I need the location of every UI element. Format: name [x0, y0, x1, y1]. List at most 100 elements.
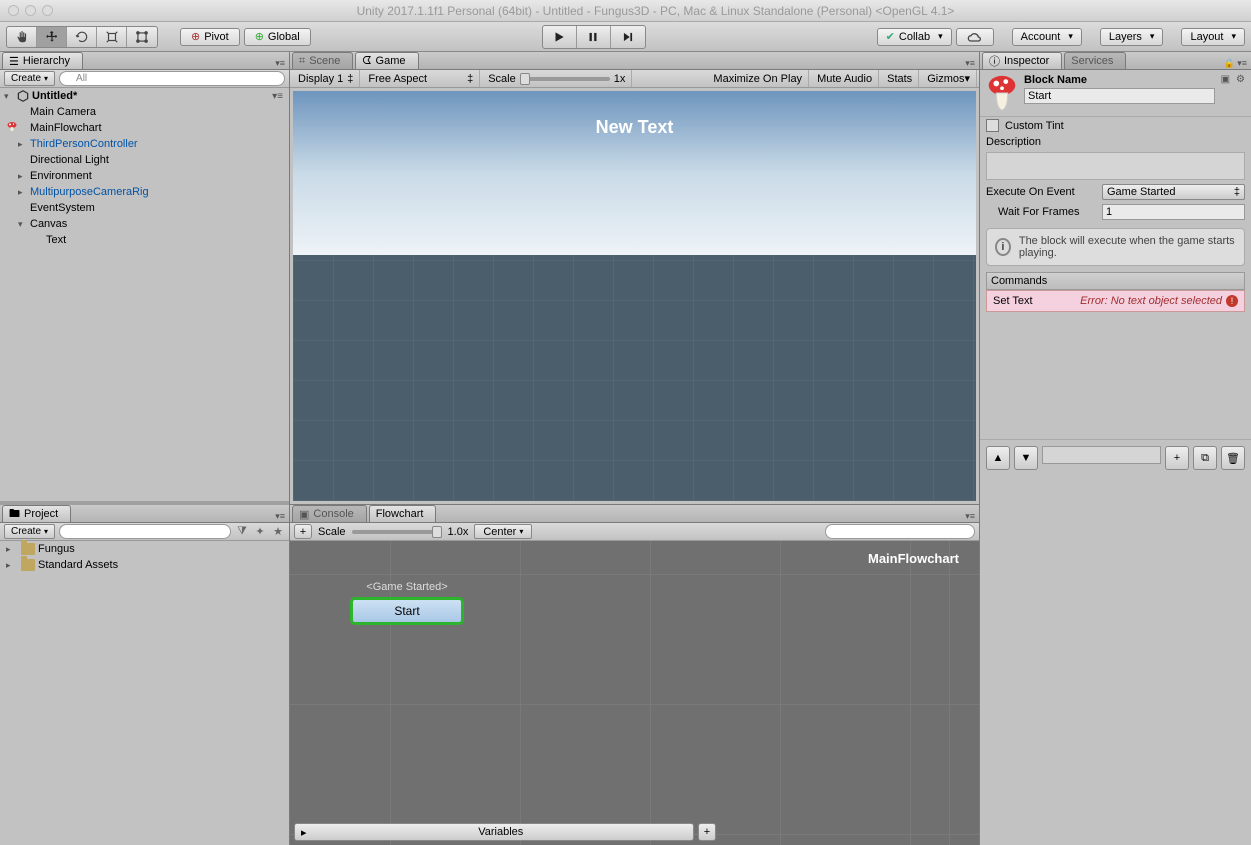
mute-toggle[interactable]: Mute Audio: [811, 70, 879, 87]
project-tab[interactable]: 🖿Project: [2, 505, 71, 522]
description-field[interactable]: [986, 152, 1245, 180]
services-tab[interactable]: Services: [1064, 52, 1126, 69]
command-name: Set Text: [993, 295, 1033, 307]
hierarchy-tab[interactable]: ☰Hierarchy: [2, 52, 83, 69]
description-label: Description: [986, 136, 1041, 148]
hierarchy-item[interactable]: Text: [0, 232, 289, 248]
save-search-icon[interactable]: ★: [271, 525, 285, 538]
rect-tool[interactable]: [127, 27, 157, 47]
variables-button[interactable]: ▸Variables: [294, 823, 694, 841]
layers-dropdown[interactable]: Layers: [1100, 28, 1164, 46]
project-tree[interactable]: ▸Fungus ▸Standard Assets: [0, 541, 289, 845]
command-row[interactable]: Set Text Error: No text object selected!: [986, 290, 1245, 312]
game-tab[interactable]: ᗧGame: [355, 52, 418, 69]
info-icon: i: [995, 238, 1011, 256]
folder-icon: [21, 559, 35, 571]
gear-icon[interactable]: ⚙: [1236, 74, 1245, 85]
inspector-tab[interactable]: ⓘInspector: [982, 52, 1062, 69]
add-variable-button[interactable]: +: [698, 823, 716, 841]
gizmos-dropdown[interactable]: Gizmos ▾: [921, 70, 977, 87]
command-filter-field[interactable]: [1042, 446, 1161, 464]
hierarchy-item[interactable]: EventSystem: [0, 200, 289, 216]
transform-tools: [6, 26, 158, 48]
hierarchy-search[interactable]: [59, 71, 285, 86]
flow-scale-slider[interactable]: [352, 530, 442, 534]
aspect-dropdown[interactable]: Free Aspect ‡: [362, 70, 480, 87]
bottom-tabstrip: ▣Console Flowchart ▾≡: [290, 505, 979, 523]
hand-tool[interactable]: [7, 27, 37, 47]
game-sky: New Text: [293, 91, 976, 255]
game-view: New Text: [293, 91, 976, 501]
info-icon: ⓘ: [989, 53, 1000, 69]
duplicate-command-button[interactable]: ⧉: [1193, 446, 1217, 470]
zoom-icon[interactable]: [42, 5, 53, 16]
scene-tab[interactable]: ⌗Scene: [292, 52, 353, 69]
cloud-button[interactable]: [956, 28, 994, 46]
collab-dropdown[interactable]: ✔Collab: [877, 28, 952, 46]
pivot-toggle[interactable]: ⊕Pivot: [180, 28, 240, 46]
project-create-dropdown[interactable]: Create: [4, 524, 55, 539]
center-button[interactable]: Center: [474, 524, 532, 539]
flowchart-canvas[interactable]: MainFlowchart <Game Started> Start ▸Vari…: [290, 541, 979, 845]
delete-command-button[interactable]: 🗑: [1221, 446, 1245, 470]
label-icon[interactable]: ✦: [253, 525, 267, 538]
panel-menu-icon[interactable]: ▾≡: [965, 58, 975, 69]
account-dropdown[interactable]: Account: [1012, 28, 1082, 46]
filter-icon[interactable]: ⧩: [235, 525, 249, 538]
hierarchy-item[interactable]: Directional Light: [0, 152, 289, 168]
panel-menu-icon[interactable]: ▾≡: [275, 58, 285, 69]
panel-menu-icon[interactable]: ▾≡: [965, 511, 975, 522]
flowchart-tab[interactable]: Flowchart: [369, 505, 437, 522]
block-start[interactable]: Start: [350, 597, 464, 625]
move-tool[interactable]: [37, 27, 67, 47]
command-error: Error: No text object selected!: [1080, 295, 1238, 307]
global-toggle[interactable]: ⊕Global: [244, 28, 311, 46]
add-command-button[interactable]: +: [1165, 446, 1189, 470]
project-folder[interactable]: ▸Standard Assets: [0, 557, 289, 573]
move-up-button[interactable]: ▲: [986, 446, 1010, 470]
scale-slider[interactable]: Scale1x: [482, 70, 632, 87]
help-icon[interactable]: ▣: [1221, 74, 1230, 85]
rotate-tool[interactable]: [67, 27, 97, 47]
scale-tool[interactable]: [97, 27, 127, 47]
project-folder[interactable]: ▸Fungus: [0, 541, 289, 557]
flow-search[interactable]: [825, 524, 975, 539]
project-tabstrip: 🖿Project ▾≡: [0, 505, 289, 523]
hierarchy-tabstrip: ☰Hierarchy ▾≡: [0, 52, 289, 70]
move-down-button[interactable]: ▼: [1014, 446, 1038, 470]
play-controls: [542, 25, 646, 49]
minimize-icon[interactable]: [25, 5, 36, 16]
scene-menu-icon[interactable]: ▾≡: [272, 91, 283, 102]
close-icon[interactable]: [8, 5, 19, 16]
stats-toggle[interactable]: Stats: [881, 70, 919, 87]
add-block-button[interactable]: +: [294, 524, 312, 539]
scene-root[interactable]: ▾ Untitled* ▾≡: [0, 88, 289, 104]
console-tab[interactable]: ▣Console: [292, 505, 367, 522]
step-button[interactable]: [611, 26, 645, 48]
pause-button[interactable]: [577, 26, 611, 48]
hierarchy-tree[interactable]: ▾ Untitled* ▾≡ Main Camera MainFlowchart…: [0, 88, 289, 501]
hierarchy-item[interactable]: ▸ThirdPersonController: [0, 136, 289, 152]
hierarchy-item[interactable]: ▸MultipurposeCameraRig: [0, 184, 289, 200]
flow-block[interactable]: <Game Started> Start: [350, 581, 464, 625]
block-name-field[interactable]: [1024, 88, 1215, 104]
hierarchy-create-dropdown[interactable]: Create: [4, 71, 55, 86]
display-dropdown[interactable]: Display 1 ‡: [292, 70, 360, 87]
panel-menu-icon[interactable]: ▾≡: [275, 511, 285, 522]
block-event-label: <Game Started>: [350, 581, 464, 593]
play-button[interactable]: [543, 26, 577, 48]
hierarchy-toolbar: Create: [0, 70, 289, 88]
project-search[interactable]: [59, 524, 231, 539]
hierarchy-item[interactable]: MainFlowchart: [0, 120, 289, 136]
panel-menu-icon[interactable]: 🔒 ▾≡: [1224, 58, 1247, 69]
custom-tint-checkbox[interactable]: [986, 119, 999, 132]
wait-frames-field[interactable]: [1102, 204, 1245, 220]
main-toolbar: ⊕Pivot ⊕Global ✔Collab Account Layers La…: [0, 22, 1251, 52]
hierarchy-item[interactable]: ▾Canvas: [0, 216, 289, 232]
execute-event-dropdown[interactable]: Game Started‡: [1102, 184, 1245, 200]
hierarchy-item[interactable]: Main Camera: [0, 104, 289, 120]
inspector-command-toolbar: ▲ ▼ + ⧉ 🗑: [980, 439, 1251, 476]
maximize-toggle[interactable]: Maximize On Play: [707, 70, 809, 87]
hierarchy-item[interactable]: ▸Environment: [0, 168, 289, 184]
layout-dropdown[interactable]: Layout: [1181, 28, 1245, 46]
